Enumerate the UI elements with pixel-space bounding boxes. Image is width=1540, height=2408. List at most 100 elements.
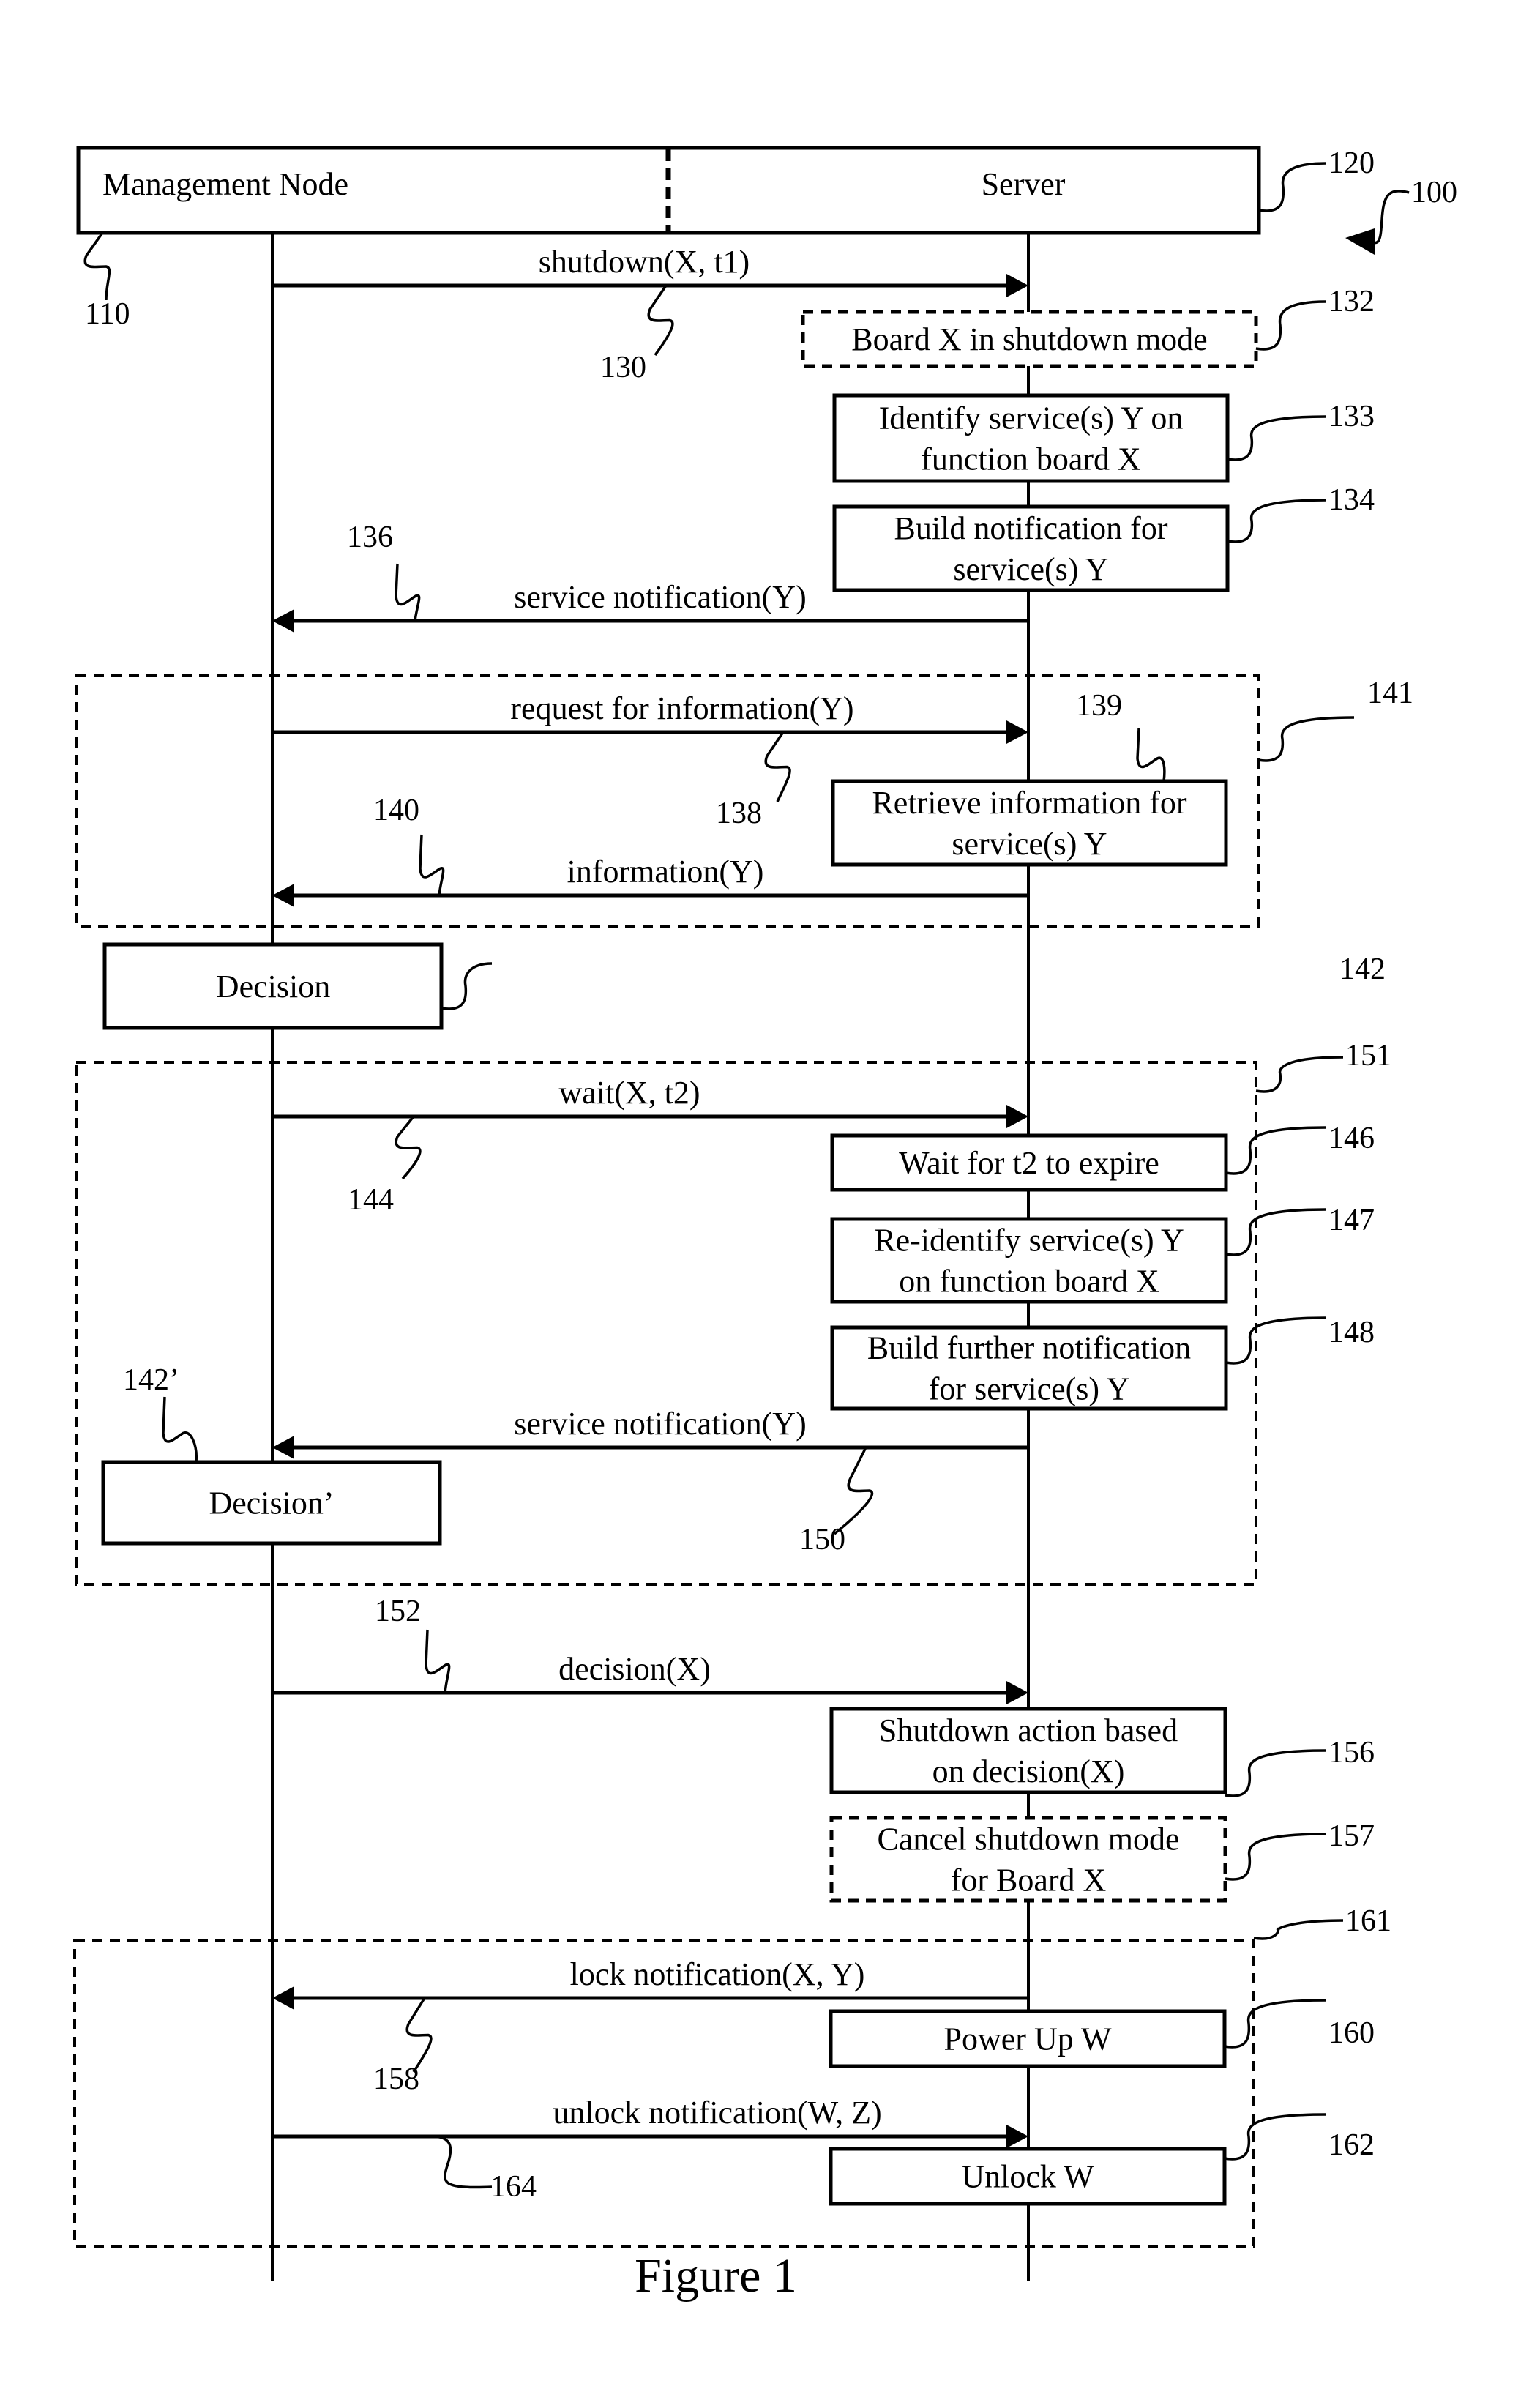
ref-157: 157	[1225, 1819, 1375, 1881]
reference-numeral: 140	[373, 794, 419, 827]
arrow-right-icon	[1006, 1681, 1028, 1704]
leader-line	[1225, 1749, 1327, 1797]
step-134: Build notification for service(s) Y	[832, 504, 1230, 592]
leader-line	[1136, 728, 1166, 782]
step-text: Wait for t2 to expire	[899, 1145, 1159, 1181]
leader-line	[405, 1997, 433, 2073]
step-text: Identify service(s) Y on	[879, 400, 1184, 436]
ref-100: 100	[1368, 176, 1457, 245]
message-1: shutdown(X, t1)	[272, 244, 1028, 297]
reference-numeral: 138	[716, 797, 762, 830]
arrow-left-icon	[272, 1986, 294, 2010]
step-text: service(s) Y	[952, 826, 1107, 862]
ref-151: 151	[1255, 1039, 1391, 1093]
reference-numeral: 130	[600, 351, 646, 384]
leader-line	[1258, 162, 1327, 212]
step-text: Retrieve information for	[872, 785, 1186, 821]
arrow-left-icon	[272, 884, 294, 907]
step-text: Power Up W	[944, 2021, 1112, 2057]
participant-management-node-label: Management Node	[102, 166, 348, 202]
message-label: information(Y)	[567, 854, 764, 890]
reference-numeral: 136	[347, 521, 393, 554]
step-147: Re-identify service(s) Y on function boar…	[830, 1217, 1228, 1304]
reference-numeral: 144	[348, 1183, 394, 1217]
leader-line	[431, 2135, 493, 2189]
ref-139: 139	[1076, 689, 1166, 782]
reference-numeral: 133	[1328, 400, 1375, 433]
ref-133: 133	[1227, 400, 1375, 461]
reference-numeral: 120	[1328, 146, 1375, 180]
arrow-right-icon	[1006, 2125, 1028, 2148]
message-8: lock notification(X, Y)	[272, 1956, 1028, 2010]
ref-130: 130	[600, 285, 674, 384]
sequence-diagram: Management Node Server shutdown(X, t1) ser…	[73, 146, 1457, 2303]
message-label: request for information(Y)	[510, 690, 853, 726]
reference-numeral: 148	[1328, 1316, 1375, 1349]
message-5: wait(X, t2)	[272, 1075, 1028, 1128]
step-text: Decision’	[209, 1486, 334, 1521]
ref-148: 148	[1225, 1316, 1375, 1365]
ref-132: 132	[1255, 285, 1375, 351]
message-9: unlock notification(W, Z)	[272, 2095, 1028, 2148]
leader-line	[1227, 499, 1327, 543]
leader-line	[441, 962, 493, 1010]
step-text: Re-identify service(s) Y	[874, 1223, 1184, 1259]
step-146: Wait for t2 to expire	[830, 1133, 1228, 1192]
ref-156: 156	[1225, 1736, 1375, 1797]
leader-line	[1257, 716, 1355, 762]
leader-line	[1224, 2113, 1327, 2161]
leader-line	[833, 1447, 874, 1535]
message-7: decision(X)	[272, 1651, 1028, 1704]
message-3: request for information(Y)	[272, 690, 1028, 744]
step-text: on function board X	[899, 1264, 1159, 1300]
leader-line	[764, 731, 791, 802]
step-text: service(s) Y	[953, 551, 1108, 587]
reference-numeral: 147	[1328, 1204, 1375, 1237]
ref-138: 138	[716, 731, 791, 830]
reference-numeral: 162	[1328, 2128, 1375, 2162]
step-139: Retrieve information for service(s) Y	[831, 779, 1228, 867]
leader-line	[425, 1629, 451, 1693]
message-label: unlock notification(W, Z)	[553, 2095, 881, 2131]
step-133: Identify service(s) Y on function board X	[832, 393, 1230, 483]
step-text: for service(s) Y	[929, 1371, 1129, 1407]
leader-line	[1368, 190, 1410, 245]
step-text: Build further notification	[867, 1330, 1191, 1366]
ref-144: 144	[348, 1115, 422, 1217]
step-text: Build notification for	[894, 510, 1168, 546]
reference-numeral: 134	[1328, 483, 1375, 517]
message-label: lock notification(X, Y)	[570, 1956, 865, 1992]
step-142: Decision’	[101, 1460, 442, 1546]
reference-numeral: 156	[1328, 1736, 1375, 1770]
ref-146: 146	[1225, 1122, 1375, 1175]
step-162: Unlock W	[829, 2147, 1227, 2206]
step-text: on decision(X)	[932, 1753, 1125, 1789]
leader-line	[1255, 1056, 1344, 1093]
ref-142: 142	[441, 953, 1386, 1010]
arrow-right-icon	[1006, 720, 1028, 744]
reference-numeral: 139	[1076, 689, 1122, 723]
arrow-down-left-icon	[1345, 228, 1375, 255]
arrow-right-icon	[1006, 1105, 1028, 1128]
leader-line	[1225, 1316, 1327, 1365]
reference-numeral: 141	[1367, 676, 1413, 710]
leader-line	[1255, 300, 1327, 351]
ref-140: 140	[373, 794, 445, 896]
ref-164: 164	[431, 2135, 537, 2204]
reference-numeral: 151	[1345, 1039, 1391, 1073]
leader-line	[395, 1115, 422, 1180]
reference-numeral: 110	[85, 297, 130, 331]
step-142: Decision	[102, 942, 444, 1030]
step-132: Board X in shutdown mode	[801, 310, 1258, 368]
arrow-left-icon	[272, 609, 294, 633]
step-text: function board X	[921, 441, 1141, 477]
ref-110: 110	[83, 231, 130, 331]
ref-160: 160	[1224, 1999, 1375, 2050]
ref-141: 141	[1257, 676, 1413, 762]
step-text: Cancel shutdown mode	[877, 1822, 1179, 1857]
ref-162: 162	[1224, 2113, 1375, 2162]
step-text: Unlock W	[961, 2159, 1094, 2195]
leader-line	[395, 563, 421, 622]
message-label: service notification(Y)	[514, 579, 807, 615]
reference-numeral: 150	[799, 1523, 845, 1557]
